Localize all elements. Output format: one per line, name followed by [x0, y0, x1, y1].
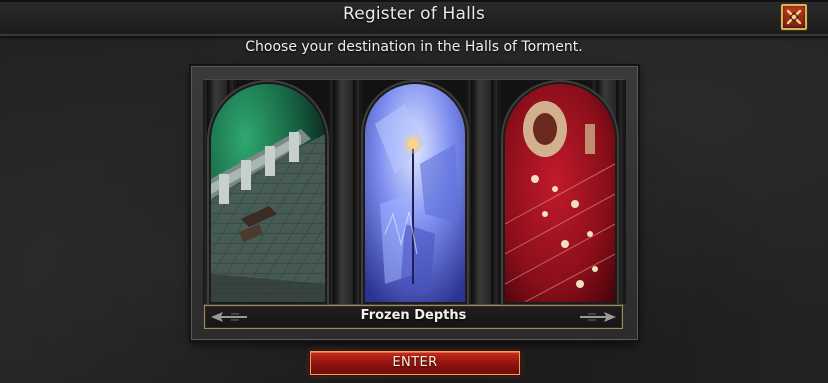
enter-button[interactable]: ENTER — [310, 351, 520, 375]
portal-green-crypt[interactable] — [211, 84, 325, 302]
frozen-depths-image — [365, 84, 465, 302]
portal-gallery — [203, 79, 626, 305]
destination-name: Frozen Depths — [360, 308, 467, 323]
red-bone-image — [505, 84, 615, 302]
stone-pillar — [467, 80, 501, 304]
title-bar: Register of Halls — [0, 0, 828, 38]
stone-pillar — [329, 80, 363, 304]
window-title: Register of Halls — [342, 4, 486, 24]
portal-red-bone[interactable] — [505, 84, 615, 302]
halls-register-screen: Register of Halls Choose your destinatio… — [0, 0, 828, 383]
enter-button-label: ENTER — [392, 355, 438, 370]
arrow-right-icon — [580, 312, 616, 322]
next-destination-button[interactable] — [578, 309, 618, 325]
close-x-icon — [786, 9, 802, 25]
portal-frozen-depths[interactable] — [365, 84, 465, 302]
destination-frame: Frozen Depths — [191, 66, 638, 340]
destination-selector: Frozen Depths — [204, 305, 623, 329]
instruction-text: Choose your destination in the Halls of … — [245, 39, 583, 55]
close-button[interactable] — [781, 4, 807, 30]
green-crypt-image — [211, 84, 325, 302]
